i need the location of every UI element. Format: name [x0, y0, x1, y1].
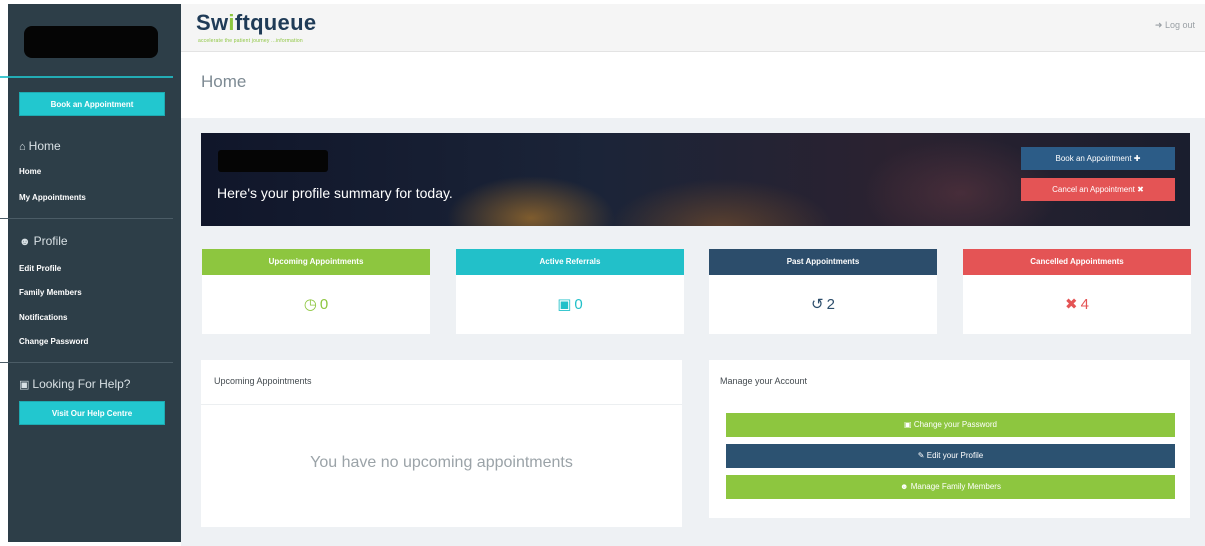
panel-divider	[201, 404, 682, 405]
sidebar-section-profile: ☻ Profile	[19, 234, 68, 248]
stat-card-body: ✖ 4	[963, 275, 1191, 334]
stat-card-header: Active Referrals	[456, 249, 684, 275]
sidebar-divider	[0, 76, 173, 78]
stat-card-cancelled[interactable]: Cancelled Appointments ✖ 4	[963, 249, 1191, 334]
stat-card-body: ◷ 0	[202, 275, 430, 334]
sidebar-item-edit-profile[interactable]: Edit Profile	[19, 264, 61, 273]
brand-name-part: Sw	[196, 10, 229, 35]
brand-name-part: ftqueue	[234, 10, 317, 35]
sidebar-divider	[0, 218, 173, 219]
times-circle-icon: ✖	[1065, 296, 1078, 313]
change-password-button[interactable]: ▣ Change your Password	[726, 413, 1175, 437]
panel-title: Manage your Account	[720, 376, 808, 386]
top-bar	[181, 4, 1205, 52]
sidebar-section-label: Looking For Help?	[32, 377, 131, 391]
clock-icon: ◷	[303, 296, 317, 313]
stat-value: 0	[574, 296, 583, 313]
sidebar-section-home: ⌂ Home	[19, 139, 61, 153]
times-circle-icon: ✖	[1137, 185, 1144, 194]
button-label: Edit your Profile	[926, 451, 984, 460]
page-title: Home	[201, 72, 247, 91]
edit-profile-button[interactable]: ✎ Edit your Profile	[726, 444, 1175, 468]
plus-circle-icon: ✚	[1133, 154, 1141, 163]
brand-logo[interactable]: Swiftqueue	[196, 10, 316, 36]
manage-family-members-button[interactable]: ☻ Manage Family Members	[726, 475, 1175, 499]
logout-link[interactable]: ➜ Log out	[1155, 20, 1195, 31]
sidebar-item-home[interactable]: Home	[19, 167, 41, 176]
calendar-icon: ▣	[557, 296, 572, 313]
sidebar-section-label: Home	[28, 139, 61, 153]
user-icon: ☻	[19, 236, 31, 248]
redacted-user-name	[218, 150, 328, 172]
sidebar-item-my-appointments[interactable]: My Appointments	[19, 193, 86, 202]
sign-out-icon: ➜	[1154, 20, 1163, 30]
users-icon: ☻	[900, 482, 909, 491]
sidebar-item-family-members[interactable]: Family Members	[19, 288, 82, 297]
banner-cancel-appointment-button[interactable]: Cancel an Appointment ✖	[1021, 178, 1175, 201]
sidebar-item-notifications[interactable]: Notifications	[19, 313, 67, 322]
history-icon: ↺	[811, 296, 824, 313]
button-label: Manage Family Members	[910, 482, 1001, 491]
stat-card-header: Upcoming Appointments	[202, 249, 430, 275]
banner-summary-text: Here's your profile summary for today.	[217, 185, 453, 201]
panel-title: Upcoming Appointments	[214, 376, 312, 386]
visit-help-centre-button[interactable]: Visit Our Help Centre	[19, 401, 165, 425]
stat-card-body: ▣ 0	[456, 275, 684, 334]
button-label: Book an Appointment	[1055, 154, 1132, 163]
stat-card-past[interactable]: Past Appointments ↺ 2	[709, 249, 937, 334]
page-header	[181, 52, 1205, 118]
stat-value: 0	[319, 296, 329, 313]
logout-label: Log out	[1164, 20, 1195, 30]
stat-card-header: Past Appointments	[709, 249, 937, 275]
redacted-logo	[24, 26, 158, 58]
sidebar-section-help: ▣ Looking For Help?	[19, 377, 130, 391]
sidebar-book-appointment-button[interactable]: Book an Appointment	[19, 92, 165, 116]
stat-value: 4	[1080, 296, 1089, 313]
home-icon: ⌂	[19, 141, 26, 153]
stat-card-upcoming[interactable]: Upcoming Appointments ◷ 0	[202, 249, 430, 334]
stat-card-body: ↺ 2	[709, 275, 937, 334]
banner-book-appointment-button[interactable]: Book an Appointment ✚	[1021, 147, 1175, 170]
lock-icon: ▣	[904, 420, 912, 429]
stat-value: 2	[826, 296, 835, 313]
sidebar-section-label: Profile	[33, 234, 68, 248]
empty-appointments-message: You have no upcoming appointments	[310, 454, 573, 471]
stat-card-header: Cancelled Appointments	[963, 249, 1191, 275]
button-label: Cancel an Appointment	[1052, 185, 1135, 194]
stat-card-referrals[interactable]: Active Referrals ▣ 0	[456, 249, 684, 334]
brand-tagline: accelerate the patient journey ...inform…	[198, 38, 303, 44]
sidebar	[8, 4, 181, 542]
sidebar-divider	[0, 362, 173, 363]
sidebar-item-change-password[interactable]: Change Password	[19, 337, 88, 346]
button-label: Change your Password	[913, 420, 997, 429]
question-icon: ▣	[19, 379, 30, 391]
edit-icon: ✎	[917, 451, 925, 460]
